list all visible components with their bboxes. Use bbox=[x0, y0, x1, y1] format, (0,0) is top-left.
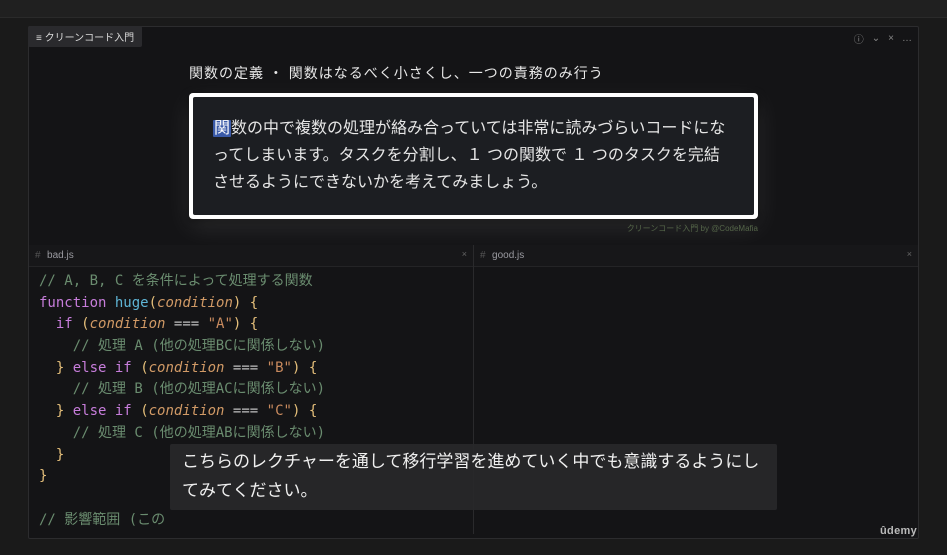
file-icon: # bbox=[29, 250, 41, 261]
more-icon[interactable]: … bbox=[902, 33, 912, 44]
close-icon[interactable]: × bbox=[888, 33, 894, 44]
subtitle-caption: こちらのレクチャーを通して移行学習を進めていく中でも意識するようにしてみてくださ… bbox=[170, 444, 777, 510]
bad-file-tab[interactable]: # bad.js × bbox=[29, 245, 473, 267]
app-topbar bbox=[0, 0, 947, 18]
highlighted-char: 関 bbox=[213, 120, 231, 137]
panel-title-text: クリーンコード入門 bbox=[45, 33, 135, 44]
slide-credit: クリーンコード入門 by @CodeMafia bbox=[189, 223, 758, 234]
panel-title-icon: ≡ bbox=[36, 33, 45, 44]
panel-controls: ⓘ ⌄ × … bbox=[854, 31, 912, 46]
slide-box: 関数の中で複数の処理が絡み合っていては非常に読みづらいコードになってしまいます。… bbox=[189, 93, 758, 219]
slide-body: 数の中で複数の処理が絡み合っていては非常に読みづらいコードになってしまいます。タ… bbox=[213, 120, 725, 191]
slide-heading: 関数の定義 ・ 関数はなるべく小さくし、一つの責務のみ行う bbox=[189, 63, 758, 83]
good-tab-close-icon[interactable]: × bbox=[907, 249, 912, 259]
good-file-name: good.js bbox=[490, 250, 524, 261]
slide-content: 関数の定義 ・ 関数はなるべく小さくし、一つの責務のみ行う 関数の中で複数の処理… bbox=[189, 63, 758, 241]
udemy-watermark: ûdemy bbox=[880, 525, 917, 537]
info-icon[interactable]: ⓘ bbox=[854, 31, 864, 46]
bad-tab-close-icon[interactable]: × bbox=[462, 249, 467, 259]
panel-title-tab[interactable]: ≡ クリーンコード入門 bbox=[28, 26, 142, 47]
file-icon: # bbox=[474, 250, 486, 261]
good-file-tab[interactable]: # good.js × bbox=[474, 245, 918, 267]
bad-file-name: bad.js bbox=[45, 250, 74, 261]
collapse-icon[interactable]: ⌄ bbox=[872, 33, 880, 44]
